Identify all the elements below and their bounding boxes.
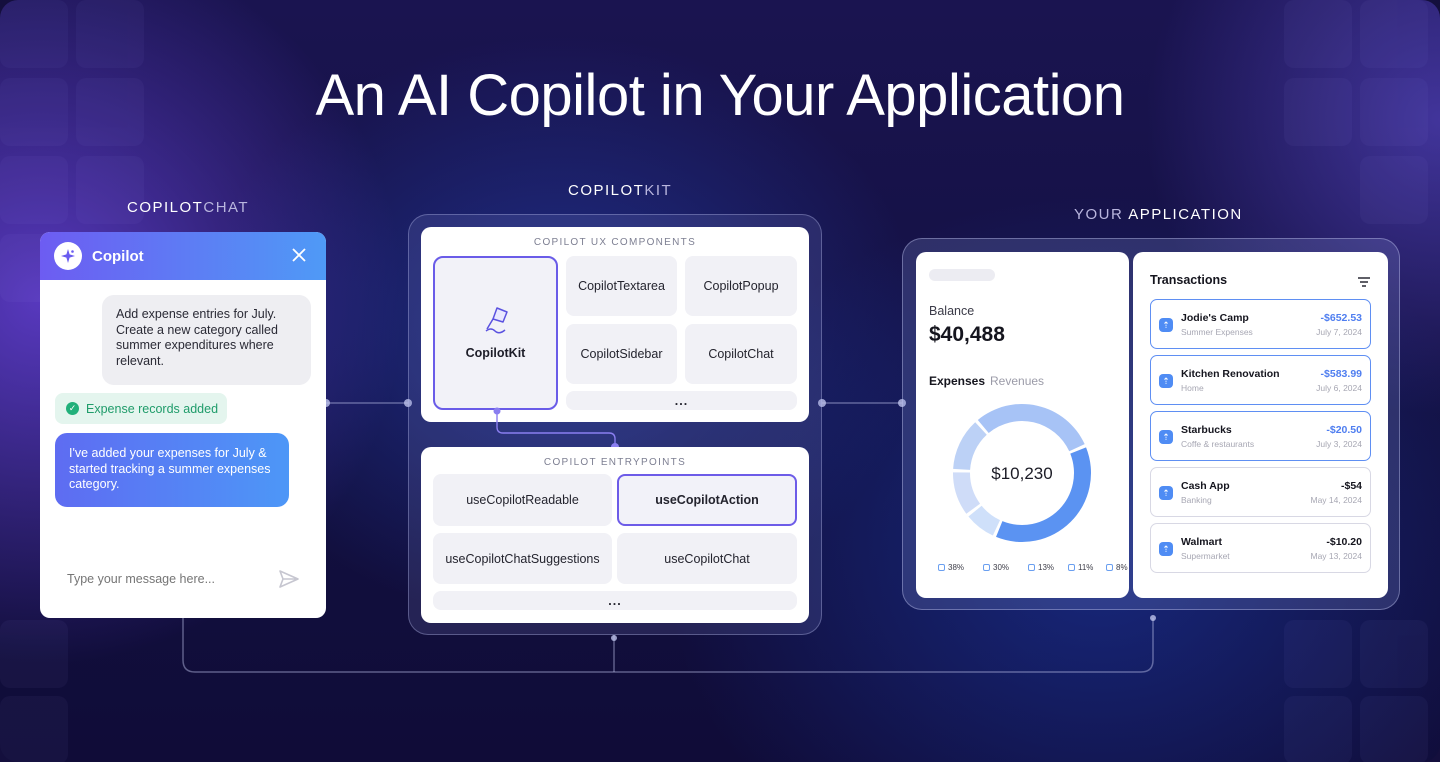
- your-application-panel: Balance $40,488 Expenses Revenues $10,23…: [902, 238, 1400, 610]
- transactions-card: Transactions ⇡ Jodie's Camp Summer Expense…: [1133, 252, 1388, 598]
- transaction-name: Cash App: [1181, 480, 1230, 492]
- transaction-row[interactable]: ⇡ Cash App Banking -$54 May 14, 2024: [1150, 467, 1371, 517]
- transaction-name: Kitchen Renovation: [1181, 368, 1280, 380]
- status-text: Expense records added: [86, 401, 219, 416]
- transaction-date: July 3, 2024: [1316, 439, 1362, 449]
- donut-slice: [953, 422, 987, 470]
- transaction-category: Supermarket: [1181, 551, 1230, 561]
- category-icon: [1028, 564, 1035, 571]
- legend-item: 8%: [1106, 563, 1128, 572]
- donut-slice: [968, 505, 1001, 536]
- donut-total: $10,230: [991, 464, 1053, 483]
- entrypoints-card: COPILOT ENTRYPOINTS useCopilotReadable u…: [421, 447, 809, 623]
- transaction-amount: -$54: [1340, 480, 1362, 492]
- transaction-category: Home: [1181, 383, 1204, 393]
- placeholder-bar: [929, 269, 995, 281]
- transaction-amount: -$20.50: [1326, 424, 1362, 436]
- donut-slice: [996, 447, 1091, 542]
- transaction-category: Banking: [1181, 495, 1212, 505]
- copilot-chat-window: Copilot Add expense entries for July. Cr…: [40, 232, 326, 618]
- transaction-category: Coffe & restaurants: [1181, 439, 1255, 449]
- transaction-icon: ⇡: [1159, 430, 1173, 444]
- chat-title: Copilot: [92, 247, 144, 265]
- transaction-name: Starbucks: [1181, 424, 1232, 436]
- transaction-date: July 6, 2024: [1316, 383, 1362, 393]
- legend-item: 38%: [938, 563, 964, 572]
- status-badge: ✓ Expense records added: [55, 393, 227, 424]
- legend-percent: 8%: [1116, 563, 1128, 572]
- copilotkit-panel: COPILOT UX COMPONENTS CopilotKit Copilot…: [408, 214, 822, 635]
- entry-usecopilotchatsuggestions[interactable]: useCopilotChatSuggestions: [433, 533, 612, 584]
- tab-revenues[interactable]: Revenues: [990, 374, 1044, 388]
- entry-usecopilotreadable[interactable]: useCopilotReadable: [433, 474, 612, 526]
- kit-internal-connector: [493, 407, 619, 451]
- legend-percent: 30%: [993, 563, 1010, 572]
- legend-item: 11%: [1068, 563, 1093, 572]
- transaction-row[interactable]: ⇡ Starbucks Coffe & restaurants -$20.50 July…: [1150, 411, 1371, 461]
- legend-item: 30%: [983, 563, 1009, 572]
- category-icon: [938, 564, 945, 571]
- category-icon: [1106, 564, 1113, 571]
- sparkle-icon: [54, 242, 82, 270]
- transaction-amount: -$652.53: [1320, 312, 1362, 324]
- entry-usecopilotchat[interactable]: useCopilotChat: [617, 533, 797, 584]
- transaction-row[interactable]: ⇡ Walmart Supermarket -$10.20 May 13, 2024: [1150, 523, 1371, 573]
- close-icon[interactable]: [292, 245, 306, 268]
- transaction-name: Walmart: [1181, 536, 1223, 548]
- tab-expenses[interactable]: Expenses: [929, 374, 985, 388]
- more-entrypoints: ...: [433, 591, 797, 610]
- transaction-date: July 7, 2024: [1316, 327, 1362, 337]
- send-icon[interactable]: [278, 569, 300, 594]
- transaction-icon: ⇡: [1159, 542, 1173, 556]
- entrypoints-label: COPILOT ENTRYPOINTS: [543, 457, 687, 468]
- legend-percent: 13%: [1038, 563, 1055, 572]
- transaction-category: Summer Expenses: [1181, 327, 1253, 337]
- transaction-icon: ⇡: [1159, 318, 1173, 332]
- category-icon: [1068, 564, 1075, 571]
- assistant-message: I've added your expenses for July & star…: [55, 433, 289, 507]
- entry-usecopilotaction[interactable]: useCopilotAction: [617, 474, 797, 526]
- transaction-date: May 14, 2024: [1310, 495, 1362, 505]
- donut-slice: [977, 404, 1085, 452]
- user-message: Add expense entries for July. Create a n…: [102, 295, 311, 385]
- legend-percent: 11%: [1078, 563, 1094, 572]
- legend-item: 13%: [1028, 563, 1054, 572]
- transaction-icon: ⇡: [1159, 486, 1173, 500]
- transaction-amount: -$583.99: [1320, 368, 1362, 380]
- balance-value: $40,488: [929, 323, 1005, 346]
- transaction-row[interactable]: ⇡ Kitchen Renovation Home -$583.99 July 6, 2…: [1150, 355, 1371, 405]
- chat-message-input[interactable]: [67, 572, 247, 586]
- balance-label: Balance: [929, 304, 975, 318]
- check-icon: ✓: [66, 402, 79, 415]
- transaction-amount: -$10.20: [1326, 536, 1362, 548]
- balance-card: Balance $40,488 Expenses Revenues $10,23…: [916, 252, 1129, 598]
- transactions-title: Transactions: [1150, 273, 1228, 287]
- category-icon: [983, 564, 990, 571]
- transaction-date: May 13, 2024: [1310, 551, 1362, 561]
- legend-percent: 38%: [948, 563, 965, 572]
- transaction-row[interactable]: ⇡ Jodie's Camp Summer Expenses -$652.53 July…: [1150, 299, 1371, 349]
- chat-header: Copilot: [40, 232, 326, 280]
- transaction-name: Jodie's Camp: [1181, 312, 1249, 324]
- filter-icon[interactable]: [1357, 274, 1371, 292]
- transaction-icon: ⇡: [1159, 374, 1173, 388]
